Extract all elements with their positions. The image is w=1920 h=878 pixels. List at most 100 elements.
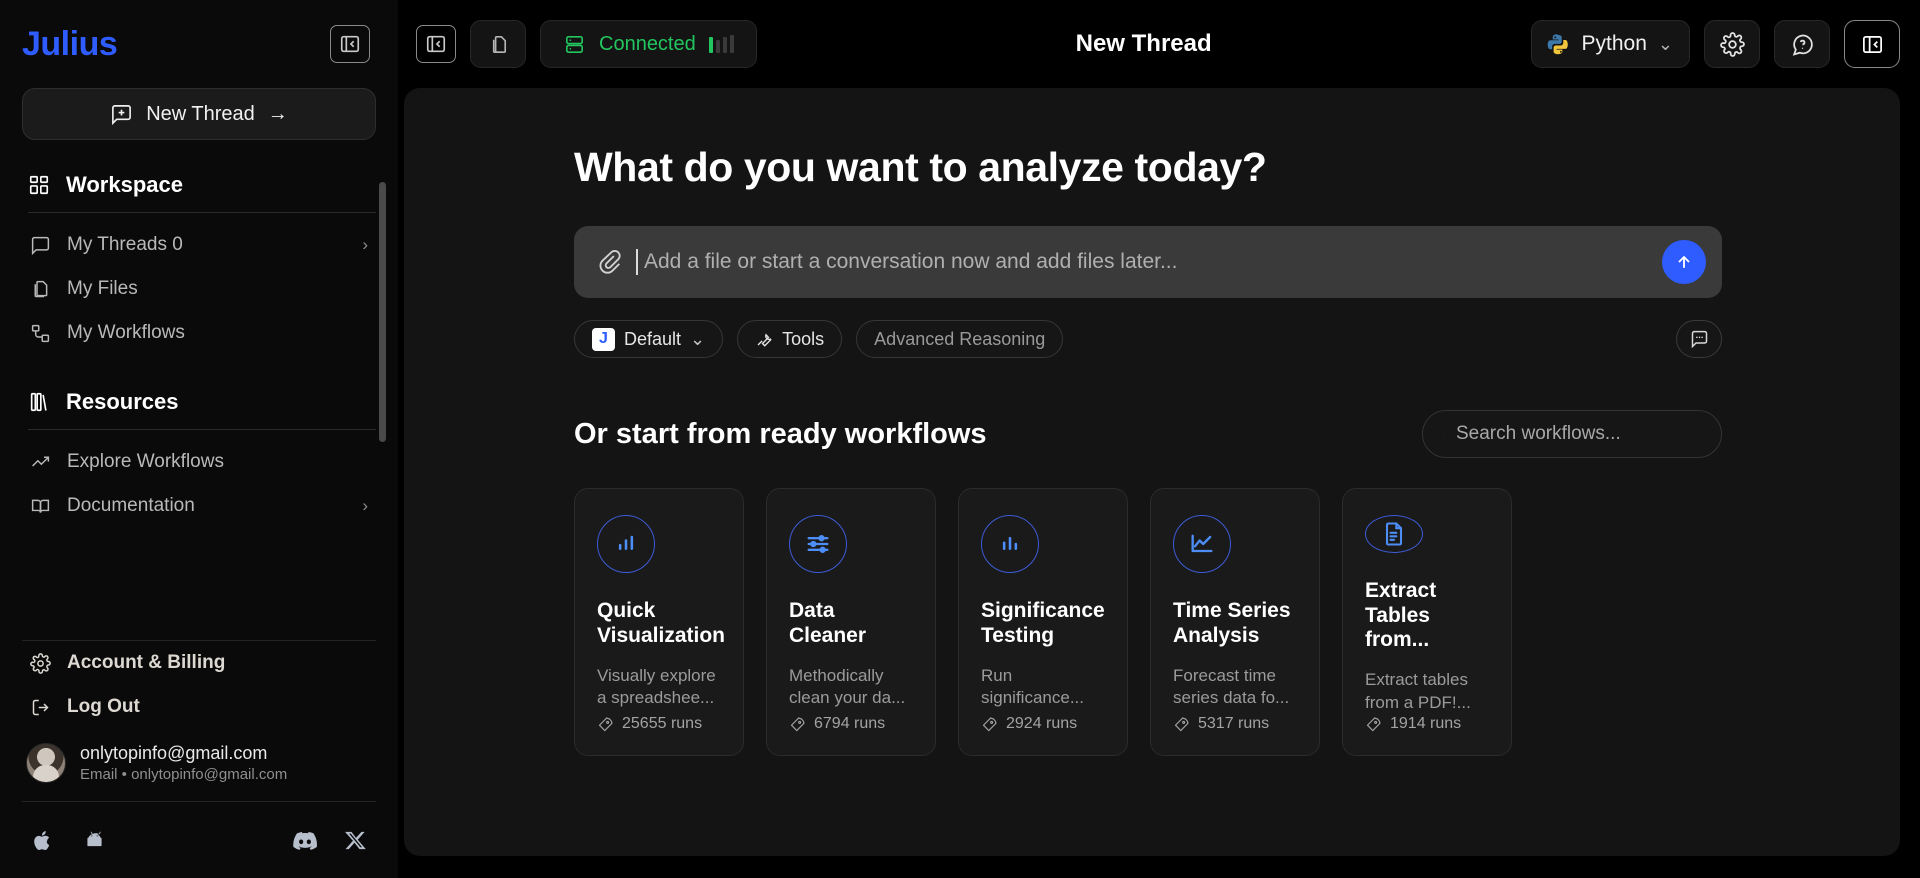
sidebar-item-label: Account & Billing bbox=[67, 652, 226, 673]
advanced-reasoning-label: Advanced Reasoning bbox=[874, 328, 1046, 349]
paperclip-icon[interactable] bbox=[596, 249, 622, 275]
tools-chip[interactable]: Tools bbox=[737, 320, 843, 358]
help-chat-icon bbox=[1792, 34, 1813, 56]
rocket-icon bbox=[1174, 717, 1189, 731]
user-profile[interactable]: onlytopinfo@gmail.com Email • onlytopinf… bbox=[0, 729, 398, 799]
app-logo: Julius bbox=[22, 24, 118, 63]
discord-icon[interactable] bbox=[291, 826, 319, 854]
new-thread-arrow: → bbox=[267, 102, 288, 125]
right-panel-toggle-button[interactable] bbox=[1844, 20, 1900, 68]
divider bbox=[28, 212, 376, 213]
apple-icon[interactable] bbox=[30, 828, 55, 853]
sidebar-item-label: My Threads 0 bbox=[67, 234, 183, 255]
server-icon bbox=[566, 35, 583, 53]
workflows-header: Or start from ready workflows bbox=[574, 410, 1722, 458]
chevron-down-icon: ⌄ bbox=[690, 328, 706, 349]
profile-subtitle: Email • onlytopinfo@gmail.com bbox=[80, 766, 288, 783]
card-icon-container bbox=[981, 515, 1039, 573]
model-label: Default bbox=[624, 328, 682, 349]
page-title: New Thread bbox=[1075, 30, 1212, 57]
sidebar-item-account-billing[interactable]: Account & Billing bbox=[22, 641, 376, 685]
help-button[interactable] bbox=[1774, 20, 1830, 68]
files-icon bbox=[34, 280, 48, 297]
card-runs-label: 5317 runs bbox=[1198, 715, 1270, 732]
chat-history-button[interactable] bbox=[1676, 320, 1722, 358]
workflow-card[interactable]: Significance Testing Run significance...… bbox=[958, 488, 1128, 756]
sidebar-item-label: My Files bbox=[67, 278, 138, 299]
rocket-icon bbox=[790, 717, 805, 731]
bar-chart-icon bbox=[618, 535, 634, 550]
signal-bars-icon bbox=[708, 35, 734, 53]
top-bar: Connected New Thread Python ⌄ bbox=[398, 0, 1920, 88]
card-runs: 1914 runs bbox=[1365, 715, 1489, 755]
trending-up-icon bbox=[32, 456, 50, 467]
sidebar-item-label: Explore Workflows bbox=[67, 451, 224, 472]
workflow-icon bbox=[31, 324, 50, 342]
sidebar-item-my-files[interactable]: My Files bbox=[22, 267, 376, 311]
sidebar-collapse-button[interactable] bbox=[330, 25, 370, 63]
panel-collapse-icon bbox=[426, 35, 446, 53]
workflow-card[interactable]: Data Cleaner Methodically clean your da.… bbox=[766, 488, 936, 756]
chat-dots-icon bbox=[1691, 330, 1707, 348]
workflow-search-container bbox=[1422, 410, 1722, 458]
sliders-icon bbox=[807, 535, 829, 553]
connection-status-button[interactable]: Connected bbox=[540, 20, 757, 68]
expand-sidebar-button[interactable] bbox=[416, 25, 456, 63]
card-icon-container bbox=[1173, 515, 1231, 573]
sidebar-header: Julius bbox=[0, 0, 398, 88]
tools-label: Tools bbox=[782, 328, 825, 349]
search-icon bbox=[1443, 433, 1444, 435]
workflow-card[interactable]: Quick Visualization Visually explore a s… bbox=[574, 488, 744, 756]
card-title: Time Series Analysis bbox=[1173, 599, 1291, 647]
sidebar-item-label: My Workflows bbox=[67, 322, 185, 343]
main-area: Connected New Thread Python ⌄ What do yo… bbox=[398, 0, 1920, 878]
x-twitter-icon[interactable] bbox=[345, 829, 368, 852]
panel-collapse-icon bbox=[340, 35, 360, 53]
advanced-reasoning-chip[interactable]: Advanced Reasoning bbox=[856, 320, 1064, 358]
sidebar-item-my-workflows[interactable]: My Workflows bbox=[22, 311, 376, 355]
sidebar-scrollbar[interactable] bbox=[379, 182, 386, 442]
book-open-icon bbox=[31, 499, 50, 513]
workflow-card[interactable]: Extract Tables from... Extract tables fr… bbox=[1342, 488, 1512, 756]
connection-status-label: Connected bbox=[599, 32, 696, 55]
card-icon-container bbox=[789, 515, 847, 573]
card-runs: 6794 runs bbox=[789, 715, 913, 755]
sidebar-item-explore-workflows[interactable]: Explore Workflows bbox=[22, 440, 376, 484]
language-label: Python bbox=[1581, 32, 1647, 55]
python-icon bbox=[1547, 33, 1568, 54]
rocket-icon bbox=[1366, 717, 1381, 731]
card-runs-label: 1914 runs bbox=[1390, 715, 1462, 732]
chat-bubble-icon bbox=[31, 236, 50, 255]
duplicate-icon bbox=[492, 35, 506, 53]
julius-badge-icon: J bbox=[592, 327, 615, 351]
prompt-container bbox=[574, 226, 1722, 298]
card-runs-label: 25655 runs bbox=[622, 715, 703, 732]
panel-collapse-icon bbox=[1862, 35, 1882, 53]
settings-button[interactable] bbox=[1704, 20, 1760, 68]
social-links bbox=[0, 802, 398, 878]
chevron-right-icon: › bbox=[362, 235, 368, 254]
model-selector-chip[interactable]: J Default ⌄ bbox=[574, 320, 724, 358]
prompt-input[interactable] bbox=[644, 250, 1648, 274]
duplicate-button[interactable] bbox=[470, 20, 526, 68]
new-thread-button[interactable]: New Thread → bbox=[22, 88, 376, 140]
search-workflows-input[interactable] bbox=[1456, 423, 1701, 445]
workflow-card[interactable]: Time Series Analysis Forecast time serie… bbox=[1150, 488, 1320, 756]
arrow-up-icon bbox=[1678, 255, 1690, 268]
card-runs-label: 6794 runs bbox=[814, 715, 886, 732]
sidebar-item-my-threads[interactable]: My Threads 0 › bbox=[22, 223, 376, 267]
android-icon[interactable] bbox=[81, 827, 108, 854]
new-thread-label: New Thread bbox=[146, 102, 255, 125]
prompt-options: J Default ⌄ Tools Advanced Reasoning bbox=[574, 320, 1722, 358]
send-button[interactable] bbox=[1662, 240, 1706, 284]
language-selector[interactable]: Python ⌄ bbox=[1530, 20, 1690, 68]
sidebar-section-resources: Resources bbox=[22, 377, 376, 429]
sidebar-item-documentation[interactable]: Documentation › bbox=[22, 484, 376, 528]
wrench-icon bbox=[757, 333, 772, 347]
card-runs: 5317 runs bbox=[1173, 715, 1297, 755]
new-thread-icon bbox=[112, 104, 132, 125]
sidebar-item-label: Log Out bbox=[67, 696, 140, 717]
sidebar-item-log-out[interactable]: Log Out bbox=[22, 685, 376, 729]
card-description: Run significance... bbox=[981, 665, 1084, 708]
sidebar-footer-nav: Account & Billing Log Out bbox=[0, 641, 398, 729]
